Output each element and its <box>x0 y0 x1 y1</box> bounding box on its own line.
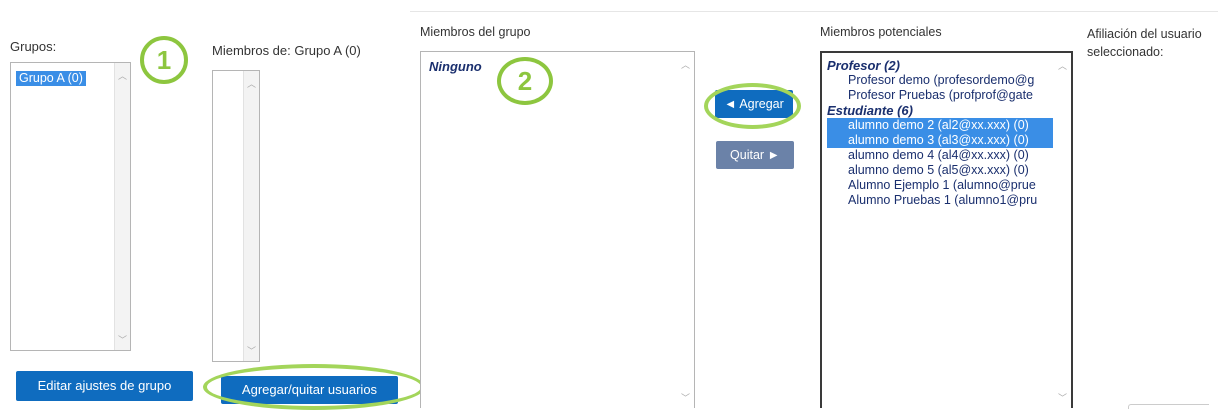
edit-group-settings-button[interactable]: Editar ajustes de grupo <box>16 371 193 401</box>
highlight-ring-add <box>704 83 801 129</box>
chevron-down-icon[interactable]: ﹀ <box>247 344 256 357</box>
affiliation-label-line2: seleccionado: <box>1087 45 1164 59</box>
callout-badge-2: 2 <box>497 57 553 105</box>
groups-scrollbar[interactable]: ︿ ﹀ <box>114 63 130 350</box>
potential-members-listbox[interactable]: Profesor (2) Profesor demo (profesordemo… <box>820 51 1073 408</box>
group-members-scrollbar[interactable]: ︿ ﹀ <box>678 52 694 408</box>
callout-badge-1: 1 <box>140 36 188 84</box>
group-members-label: Miembros del grupo <box>420 25 531 39</box>
potential-members-label: Miembros potenciales <box>820 25 942 39</box>
potential-member-option[interactable]: Profesor Pruebas (profprof@gate <box>827 88 1053 103</box>
highlight-ring-add-remove <box>203 364 425 410</box>
potential-member-option[interactable]: alumno demo 2 (al2@xx.xxx) (0) <box>827 118 1053 133</box>
groups-listbox[interactable]: Grupo A (0) ︿ ﹀ <box>10 62 131 351</box>
potential-member-option[interactable]: Alumno Pruebas 1 (alumno1@pru <box>827 193 1053 208</box>
header-separator <box>410 11 1218 12</box>
group-members-empty-text: Ninguno <box>429 59 482 74</box>
members-of-listbox[interactable]: ︿ ﹀ <box>212 70 260 362</box>
chevron-down-icon[interactable]: ﹀ <box>681 391 690 404</box>
potential-member-option[interactable]: Alumno Ejemplo 1 (alumno@prue <box>827 178 1053 193</box>
chevron-up-icon[interactable]: ︿ <box>247 77 256 90</box>
potential-group-estudiante: Estudiante (6) <box>827 103 913 118</box>
chevron-up-icon[interactable]: ︿ <box>118 69 127 82</box>
potential-member-option[interactable]: alumno demo 4 (al4@xx.xxx) (0) <box>827 148 1053 163</box>
remove-from-group-button[interactable]: Quitar ► <box>716 141 794 169</box>
affiliation-label-line1: Afiliación del usuario <box>1087 27 1202 41</box>
potential-member-option[interactable]: alumno demo 5 (al5@xx.xxx) (0) <box>827 163 1053 178</box>
potential-member-option[interactable]: alumno demo 3 (al3@xx.xxx) (0) <box>827 133 1053 148</box>
chevron-down-icon[interactable]: ﹀ <box>1058 391 1067 404</box>
chevron-down-icon[interactable]: ﹀ <box>118 333 127 346</box>
affiliation-label: Afiliación del usuario seleccionado: <box>1087 25 1202 61</box>
chevron-up-icon[interactable]: ︿ <box>1058 59 1067 72</box>
members-of-scrollbar[interactable]: ︿ ﹀ <box>243 71 259 361</box>
affiliation-box-edge <box>1128 404 1209 409</box>
groups-label: Grupos: <box>10 39 57 54</box>
chevron-up-icon[interactable]: ︿ <box>681 58 690 71</box>
group-members-listbox[interactable]: Ninguno ︿ ﹀ <box>420 51 695 408</box>
group-option-a[interactable]: Grupo A (0) <box>16 71 86 86</box>
potential-group-profesor: Profesor (2) <box>827 58 900 73</box>
members-of-label: Miembros de: Grupo A (0) <box>212 43 361 58</box>
potential-members-scrollbar[interactable]: ︿ ﹀ <box>1055 53 1071 408</box>
potential-member-option[interactable]: Profesor demo (profesordemo@g <box>827 73 1053 88</box>
